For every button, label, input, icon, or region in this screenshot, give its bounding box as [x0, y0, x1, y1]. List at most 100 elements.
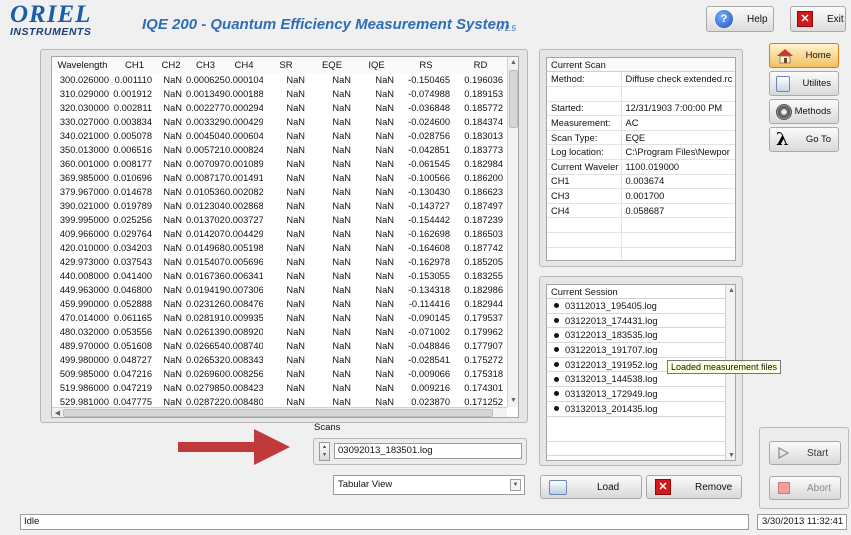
table-row[interactable]: 360.001000 0.008177 NaN 0.007097 0.001089 NaN… — [52, 157, 507, 171]
list-item[interactable]: 03122013_174431.log — [547, 314, 725, 329]
table-horizontal-scrollbar[interactable]: ◀ — [52, 407, 507, 417]
table-cell: 0.002868 — [225, 201, 263, 211]
table-row[interactable]: 340.021000 0.005078 NaN 0.004504 0.000604 NaN… — [52, 129, 507, 143]
scan-info-row — [547, 232, 735, 248]
list-item[interactable]: 03112013_195405.log — [547, 299, 725, 314]
utilities-button[interactable]: Utilites — [769, 71, 839, 96]
scans-spinner[interactable]: ▲ ▼ — [319, 442, 330, 461]
table-cell: 0.047219 — [113, 383, 152, 393]
table-row[interactable]: 509.985000 0.047216 NaN 0.026960 0.008256 NaN… — [52, 367, 507, 381]
table-row[interactable]: 499.980000 0.048727 NaN 0.026532 0.008343 NaN… — [52, 353, 507, 367]
list-item[interactable]: 03122013_191707.log — [547, 343, 725, 358]
status-text: Idle — [20, 514, 749, 530]
table-row[interactable]: 320.030000 0.002811 NaN 0.002277 0.000294 NaN… — [52, 101, 507, 115]
table-row[interactable]: 330.027000 0.003834 NaN 0.003329 0.000429 NaN… — [52, 115, 507, 129]
scan-info-row: Log location: C:\Program Files\Newpor — [547, 144, 735, 161]
table-row[interactable]: 399.995000 0.025256 NaN 0.013702 0.003727 NaN… — [52, 213, 507, 227]
gear-icon — [776, 104, 792, 120]
column-header[interactable]: EQE — [309, 57, 355, 73]
table-row[interactable]: 420.010000 0.034203 NaN 0.014968 0.005198 NaN… — [52, 241, 507, 255]
table-cell: 0.005721 — [186, 145, 225, 155]
column-header[interactable]: Wavelength — [52, 57, 113, 73]
table-row[interactable]: 489.970000 0.051608 NaN 0.026654 0.008740 NaN… — [52, 339, 507, 353]
scans-field[interactable]: 03092013_183501.log — [334, 443, 522, 459]
table-scroll-thumb[interactable] — [509, 70, 518, 128]
exit-button[interactable]: ✕ Exit — [790, 6, 846, 32]
table-cell: 360.001000 — [59, 159, 109, 169]
help-button[interactable]: ? Help — [706, 6, 774, 32]
home-button[interactable]: Home — [769, 43, 839, 68]
table-row[interactable]: 369.985000 0.010696 NaN 0.008717 0.001491 NaN… — [52, 171, 507, 185]
column-header[interactable]: CH2 — [156, 57, 186, 73]
scan-info-value: 12/31/1903 7:00:00 PM — [621, 101, 735, 117]
table-row[interactable]: 440.008000 0.041400 NaN 0.016736 0.006341 NaN… — [52, 269, 507, 283]
column-header[interactable]: CH4 — [225, 57, 263, 73]
scan-info-row: CH1 0.003674 — [547, 174, 735, 190]
table-cell: 0.175318 — [464, 369, 503, 379]
scroll-down-icon[interactable]: ▼ — [726, 450, 735, 460]
scan-info-row: Method: Diffuse check extended.rc — [547, 72, 735, 88]
list-item[interactable]: 03132013_172949.log — [547, 387, 725, 402]
methods-button[interactable]: Methods — [769, 99, 839, 124]
scroll-down-icon[interactable]: ▼ — [508, 395, 518, 406]
table-row[interactable]: 429.973000 0.037543 NaN 0.015407 0.005696 NaN… — [52, 255, 507, 269]
column-header[interactable]: RD — [454, 57, 507, 73]
table-cell: 519.986000 — [59, 383, 109, 393]
table-row[interactable]: 449.963000 0.046800 NaN 0.019419 0.007306 NaN… — [52, 283, 507, 297]
table-row[interactable]: 310.029000 0.001912 NaN 0.001349 0.000188 NaN… — [52, 87, 507, 101]
view-select[interactable]: Tabular View ▼ — [333, 475, 525, 495]
list-item[interactable]: 03132013_144538.log — [547, 372, 725, 388]
table-cell: NaN — [286, 173, 305, 183]
table-row[interactable]: 470.014000 0.061165 NaN 0.028191 0.009935 NaN… — [52, 311, 507, 325]
table-row[interactable]: 480.032000 0.053556 NaN 0.026139 0.008920 NaN… — [52, 325, 507, 339]
list-item[interactable]: 03122013_183535.log — [547, 328, 725, 344]
utilities-label: Utilites — [802, 78, 831, 89]
table-cell: 0.051608 — [113, 341, 152, 351]
scan-info-value — [621, 217, 735, 234]
scans-group: ▲ ▼ 03092013_183501.log — [313, 438, 527, 465]
scroll-up-icon[interactable]: ▲ — [508, 57, 518, 68]
table-cell: 420.010000 — [59, 243, 109, 253]
table-cell: NaN — [286, 355, 305, 365]
scan-info-row: Started: 12/31/1903 7:00:00 PM — [547, 101, 735, 117]
table-row[interactable]: 350.013000 0.006516 NaN 0.005721 0.000824 NaN… — [52, 143, 507, 157]
goto-button[interactable]: λ Go To — [769, 127, 839, 152]
table-cell: NaN — [332, 341, 351, 351]
table-cell: 0.004429 — [225, 229, 263, 239]
table-hscroll-thumb[interactable] — [63, 409, 493, 417]
scroll-left-icon[interactable]: ◀ — [52, 408, 63, 417]
table-cell: 0.183773 — [464, 145, 503, 155]
list-item[interactable]: 03132013_201435.log — [547, 402, 725, 417]
table-cell: -0.090145 — [408, 313, 450, 323]
scroll-up-icon[interactable]: ▲ — [726, 285, 735, 296]
table-row[interactable]: 409.966000 0.029764 NaN 0.014207 0.004429 NaN… — [52, 227, 507, 241]
table-cell: NaN — [163, 257, 182, 267]
table-row[interactable]: 519.986000 0.047219 NaN 0.027985 0.008423 NaN… — [52, 381, 507, 395]
table-cell: -0.162978 — [408, 257, 450, 267]
table-row[interactable]: 379.967000 0.014678 NaN 0.010536 0.002082 NaN… — [52, 185, 507, 199]
table-cell: NaN — [375, 201, 394, 211]
table-cell: 0.041400 — [113, 271, 152, 281]
table-row[interactable]: 300.026000 0.001110 NaN 0.000625 0.000104 NaN… — [52, 73, 507, 87]
table-row[interactable]: 459.990000 0.052888 NaN 0.023126 0.008476 NaN… — [52, 297, 507, 311]
table-cell: NaN — [332, 75, 351, 85]
table-cell: 0.186200 — [464, 173, 503, 183]
table-row[interactable]: 390.021000 0.019789 NaN 0.012304 0.002868 NaN… — [52, 199, 507, 213]
table-cell: NaN — [286, 257, 305, 267]
logo-line1: ORIEL — [10, 1, 92, 28]
remove-button[interactable]: ✕ Remove — [646, 475, 742, 499]
column-header[interactable]: CH1 — [113, 57, 156, 73]
column-header[interactable]: IQE — [355, 57, 398, 73]
start-button[interactable]: Start — [769, 441, 841, 465]
load-button[interactable]: Load — [540, 475, 642, 499]
column-header[interactable]: CH3 — [186, 57, 225, 73]
table-cell: NaN — [286, 215, 305, 225]
abort-button[interactable]: Abort — [769, 476, 841, 500]
column-header[interactable]: RS — [398, 57, 454, 73]
table-cell: 0.001349 — [186, 89, 225, 99]
utilities-icon — [776, 76, 790, 92]
column-header[interactable]: SR — [263, 57, 309, 73]
table-vertical-scrollbar[interactable]: ▲ ▼ — [507, 57, 518, 407]
chevron-down-icon[interactable]: ▼ — [510, 479, 521, 491]
table-cell: NaN — [163, 271, 182, 281]
